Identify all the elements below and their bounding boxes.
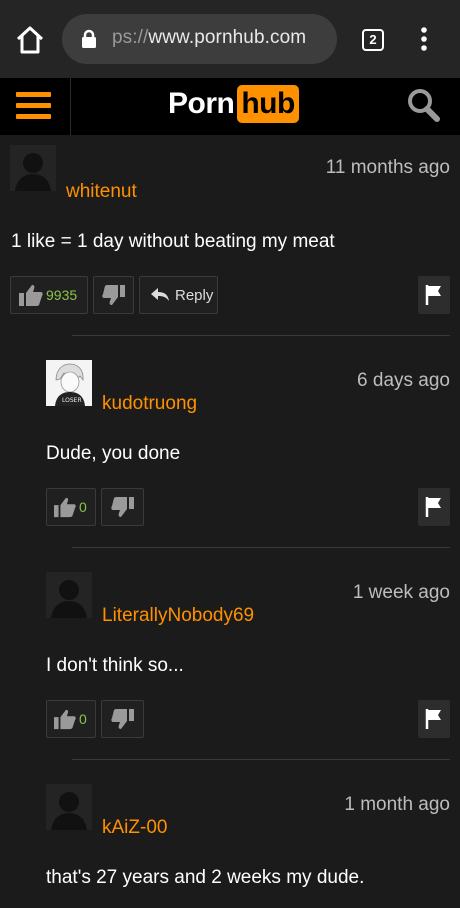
- header-divider: [70, 78, 71, 135]
- url-bar[interactable]: ps://www.pornhub.com: [62, 14, 337, 64]
- thumbs-down-icon: [110, 497, 134, 517]
- comment-text: 1 like = 1 day without beating my meat: [11, 231, 335, 252]
- comment-text: that's 27 years and 2 weeks my dude.: [46, 867, 365, 888]
- comment-item: whitenut 11 months ago 1 like = 1 day wi…: [0, 135, 460, 335]
- comment-reply-item: kAiZ-00 1 month ago that's 27 years and …: [0, 760, 460, 908]
- reply-label: Reply: [175, 286, 214, 304]
- site-logo[interactable]: Porn hub: [168, 84, 299, 124]
- thumbs-up-button[interactable]: 9935: [10, 276, 88, 314]
- reply-button[interactable]: Reply: [139, 276, 218, 314]
- lock-icon: [80, 29, 98, 49]
- thumbs-up-icon: [54, 709, 76, 730]
- comment-username[interactable]: LiterallyNobody69: [102, 605, 254, 627]
- comment-timestamp: 6 days ago: [357, 370, 450, 391]
- flag-icon: [425, 497, 441, 517]
- url-text: ps://www.pornhub.com: [112, 27, 307, 48]
- like-count: 0: [79, 711, 87, 727]
- comment-username[interactable]: whitenut: [66, 181, 137, 203]
- avatar[interactable]: [10, 145, 56, 191]
- thumbs-down-icon: [110, 709, 134, 729]
- flag-button[interactable]: [418, 700, 450, 738]
- hamburger-menu-icon[interactable]: [16, 88, 51, 119]
- comment-reply-item: LiterallyNobody69 1 week ago I don't thi…: [0, 548, 460, 758]
- like-count: 9935: [46, 287, 78, 303]
- reply-icon: [151, 288, 169, 301]
- thumbs-down-button[interactable]: [93, 276, 134, 314]
- site-header: Porn hub: [0, 78, 460, 135]
- logo-text-right: hub: [237, 85, 299, 123]
- flag-button[interactable]: [418, 276, 450, 314]
- thumbs-up-icon: [19, 285, 43, 306]
- browser-toolbar: ps://www.pornhub.com 2: [0, 0, 460, 78]
- flag-button[interactable]: [418, 488, 450, 526]
- tab-switcher-button[interactable]: 2: [362, 29, 384, 51]
- comment-text: I don't think so...: [46, 655, 184, 676]
- thumbs-up-icon: [54, 497, 76, 518]
- thumbs-down-button[interactable]: [101, 488, 144, 526]
- more-menu-icon[interactable]: [417, 26, 431, 52]
- search-icon[interactable]: [405, 86, 443, 126]
- home-icon[interactable]: [14, 24, 46, 56]
- thumbs-up-button[interactable]: 0: [46, 700, 96, 738]
- comment-text: Dude, you done: [46, 443, 181, 464]
- avatar[interactable]: LOSER: [46, 360, 92, 406]
- comment-username[interactable]: kAiZ-00: [102, 817, 167, 839]
- like-count: 0: [79, 499, 87, 515]
- thumbs-down-button[interactable]: [101, 700, 144, 738]
- thumbs-down-icon: [101, 285, 125, 305]
- svg-text:LOSER: LOSER: [62, 397, 82, 404]
- flag-icon: [425, 709, 441, 729]
- comment-reply-item: LOSER kudotruong 6 days ago Dude, you do…: [0, 336, 460, 546]
- comment-timestamp: 1 week ago: [352, 582, 450, 603]
- comment-timestamp: 11 months ago: [325, 157, 450, 178]
- logo-text-left: Porn: [168, 87, 235, 120]
- comment-username[interactable]: kudotruong: [102, 393, 197, 415]
- flag-icon: [425, 285, 441, 305]
- comment-timestamp: 1 month ago: [344, 794, 450, 815]
- avatar[interactable]: [46, 572, 92, 618]
- avatar[interactable]: [46, 784, 92, 830]
- thumbs-up-button[interactable]: 0: [46, 488, 96, 526]
